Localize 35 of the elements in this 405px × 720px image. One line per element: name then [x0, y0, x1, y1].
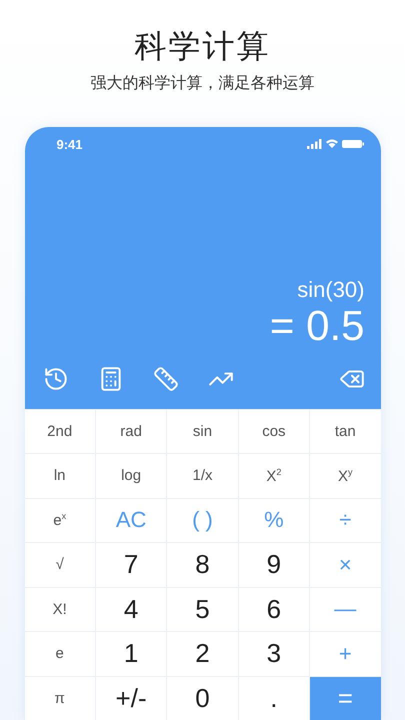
- calculator-key[interactable]: 4: [96, 588, 166, 631]
- calculator-key[interactable]: 1/x: [167, 454, 238, 498]
- calculator-key[interactable]: e$^{x}$: [24, 498, 95, 542]
- calculator-key[interactable]: √: [24, 543, 95, 586]
- ruler-icon[interactable]: [152, 366, 178, 392]
- calculator-key[interactable]: +/-: [96, 676, 166, 720]
- calculator-key[interactable]: 2: [167, 632, 238, 676]
- calculator-key[interactable]: X$^{2}$: [238, 454, 310, 498]
- calculator-key[interactable]: tan: [310, 410, 380, 453]
- page-title: 科学计算: [134, 26, 270, 66]
- status-icons: [306, 138, 364, 150]
- calculator-key[interactable]: ln: [24, 454, 95, 498]
- calculator-key[interactable]: 2nd: [24, 410, 95, 453]
- calculator-key[interactable]: 1: [96, 632, 166, 676]
- page-subtitle: 强大的科学计算，满足各种运算: [90, 72, 314, 94]
- calculator-key[interactable]: log: [96, 454, 166, 498]
- status-time: 9:41: [56, 136, 83, 152]
- calculator-key[interactable]: X!: [24, 588, 95, 631]
- calculator-key[interactable]: X$^{y}$: [310, 454, 380, 498]
- calculator-key[interactable]: 5: [167, 588, 238, 631]
- calculator-key[interactable]: 3: [238, 632, 310, 676]
- expression-text: sin(30): [297, 276, 364, 302]
- calculator-key[interactable]: 6: [238, 588, 310, 631]
- calculator-key[interactable]: sin: [167, 410, 238, 453]
- calculator-key[interactable]: 7: [96, 543, 166, 586]
- calculator-key[interactable]: .: [238, 676, 310, 720]
- calculator-key[interactable]: 0: [167, 676, 238, 720]
- history-icon[interactable]: [42, 366, 68, 392]
- calculator-key[interactable]: 9: [238, 543, 310, 586]
- calculator-key[interactable]: cos: [238, 410, 310, 453]
- calculator-key[interactable]: π: [24, 676, 95, 720]
- calculator-key[interactable]: e: [24, 632, 95, 676]
- result-text: = 0.5: [270, 302, 364, 348]
- calculator-key[interactable]: 8: [167, 543, 238, 586]
- calculator-key[interactable]: rad: [96, 410, 166, 453]
